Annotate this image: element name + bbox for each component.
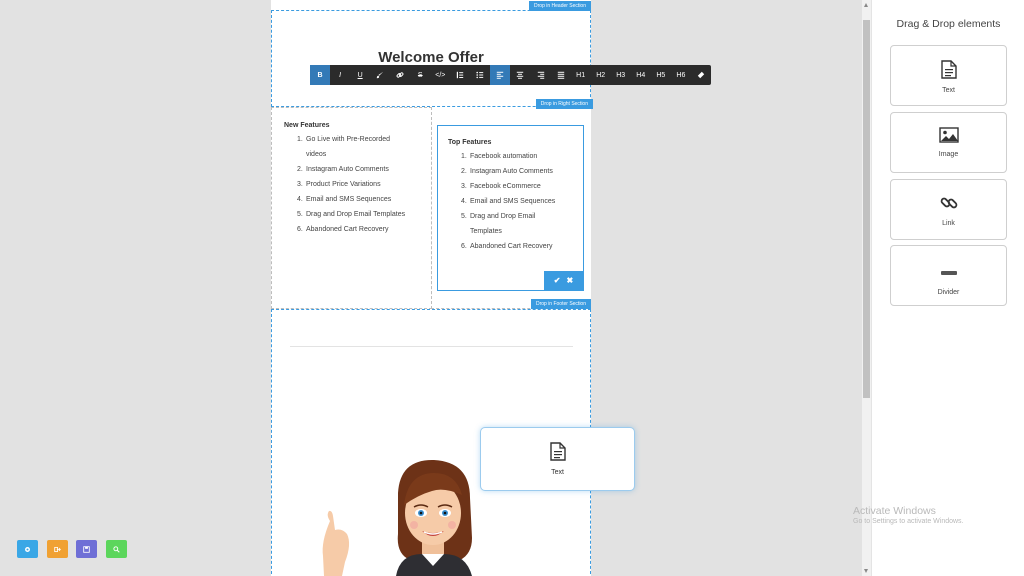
link-element-card[interactable]: Link: [890, 179, 1007, 240]
heading-2-button[interactable]: H2: [591, 65, 611, 85]
list-item: 5. Drag and Drop Email Templates: [297, 211, 406, 218]
scroll-up-arrow-icon[interactable]: [864, 3, 868, 7]
list-item: 2. Instagram Auto Comments: [297, 166, 389, 173]
canvas-scrollbar[interactable]: [862, 0, 871, 576]
list-item: 5. Drag and Drop Email Templates: [461, 213, 536, 235]
link-icon: [396, 72, 404, 78]
footer-section-tag: Drop in Footer Section: [530, 299, 591, 309]
drag-card-label: Text: [551, 469, 564, 476]
code-button[interactable]: </>: [430, 65, 450, 85]
align-left-icon: [497, 71, 504, 79]
heading-3-button[interactable]: H3: [611, 65, 631, 85]
preview-icon: [113, 545, 120, 553]
preview-button[interactable]: [106, 540, 127, 558]
align-right-button[interactable]: [531, 65, 551, 85]
brush-button[interactable]: [370, 65, 390, 85]
align-center-button[interactable]: [510, 65, 530, 85]
align-center-icon: [517, 71, 524, 79]
list-item: 1. Facebook automation: [461, 153, 538, 160]
bold-button[interactable]: B: [310, 65, 331, 85]
list-item: 1. Go Live with Pre-Recorded videos: [297, 136, 391, 158]
eraser-icon: [697, 71, 705, 79]
heading-5-button[interactable]: H5: [651, 65, 671, 85]
document-icon: [891, 60, 1006, 84]
export-button[interactable]: [47, 540, 68, 558]
list-item: 3. Product Price Variations: [297, 181, 381, 188]
export-icon: [54, 546, 61, 552]
left-list-title: New Features: [284, 122, 330, 129]
divider-icon: [891, 264, 1006, 282]
left-feature-list: 1. Go Live with Pre-Recorded videos 2. Inst…: [284, 132, 419, 237]
left-feature-block[interactable]: New Features 1. Go Live with Pre-Recorded…: [284, 122, 419, 237]
dragging-text-element[interactable]: Text: [480, 427, 635, 491]
right-section-tag: Drop in Right Section: [535, 99, 593, 109]
close-icon[interactable]: ✖: [567, 276, 574, 285]
image-element-card[interactable]: Image: [890, 112, 1007, 173]
scroll-down-arrow-icon[interactable]: [864, 569, 868, 573]
document-icon: [481, 442, 634, 466]
check-icon[interactable]: ✔: [554, 276, 561, 285]
divider[interactable]: [290, 346, 573, 347]
link-icon: [891, 194, 1006, 217]
list-item: 6. Abandoned Cart Recovery: [297, 226, 389, 233]
list-item: 3. Facebook eCommerce: [461, 183, 541, 190]
underline-button[interactable]: U: [350, 65, 370, 85]
align-left-button[interactable]: [490, 65, 511, 85]
settings-button[interactable]: [17, 540, 38, 558]
italic-button[interactable]: I: [330, 65, 350, 85]
panel-title: Drag & Drop elements: [896, 18, 1001, 30]
image-icon: [891, 127, 1006, 148]
save-icon: [83, 545, 90, 553]
brush-icon: [376, 71, 384, 79]
strikethrough-button[interactable]: S: [410, 65, 430, 85]
block-actions: ✔ ✖: [544, 271, 583, 290]
heading-4-button[interactable]: H4: [631, 65, 651, 85]
text-element-card[interactable]: Text: [890, 45, 1007, 106]
email-title[interactable]: Welcome Offer: [271, 49, 591, 66]
list-item: 4. Email and SMS Sequences: [297, 196, 392, 203]
ordered-list-button[interactable]: [450, 65, 470, 85]
align-justify-button[interactable]: [551, 65, 571, 85]
right-feature-list: 1. Facebook automation 2. Instagram Auto C…: [448, 149, 578, 254]
divider-element-card[interactable]: Divider: [890, 245, 1007, 306]
align-justify-icon: [557, 71, 564, 79]
eraser-button[interactable]: [691, 65, 711, 85]
right-feature-block[interactable]: Top Features 1. Facebook automation 2. Ins…: [448, 139, 578, 254]
link-button[interactable]: [390, 65, 410, 85]
list-item: 2. Instagram Auto Comments: [461, 168, 553, 175]
heading-1-button[interactable]: H1: [571, 65, 591, 85]
windows-activation-watermark: Activate Windows Go to Settings to activ…: [853, 505, 964, 525]
text-format-toolbar: B I U S </> H1 H2 H3 H4 H5 H6: [310, 65, 711, 85]
scroll-thumb[interactable]: [863, 20, 870, 398]
ordered-list-icon: [457, 71, 464, 79]
right-list-title: Top Features: [448, 139, 492, 146]
list-item: 6. Abandoned Cart Recovery: [461, 243, 553, 250]
list-item: 4. Email and SMS Sequences: [461, 198, 556, 205]
elements-panel: Drag & Drop elements Text Image Link Div…: [871, 0, 1024, 576]
heading-6-button[interactable]: H6: [671, 65, 691, 85]
unordered-list-icon: [476, 71, 484, 79]
unordered-list-button[interactable]: [470, 65, 490, 85]
settings-icon: [25, 546, 30, 552]
header-section-tag: Drop in Header Section: [529, 1, 591, 11]
align-right-icon: [537, 71, 544, 79]
save-button[interactable]: [76, 540, 97, 558]
